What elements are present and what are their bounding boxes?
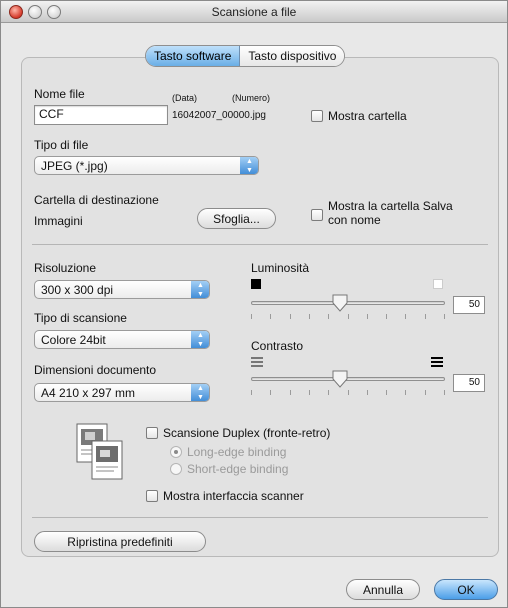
chevron-up-down-icon: ▲ ▼ (191, 331, 209, 348)
bottom-divider (32, 517, 488, 518)
brightness-slider-track[interactable] (251, 301, 445, 305)
file-type-select[interactable]: JPEG (*.jpg) ▲ ▼ (34, 156, 259, 175)
slider-tick (425, 314, 426, 319)
slider-tick (405, 314, 406, 319)
contrast-low-icon (251, 357, 263, 367)
show-folder-label: Mostra cartella (328, 109, 407, 123)
slider-tick (309, 390, 310, 395)
slider-tick (309, 314, 310, 319)
black-square-icon (251, 279, 261, 289)
slider-tick (386, 390, 387, 395)
resolution-select[interactable]: 300 x 300 dpi ▲ ▼ (34, 280, 210, 299)
scanner-interface-label: Mostra interfaccia scanner (163, 489, 304, 503)
show-save-as-label-line1: Mostra la cartella Salva (328, 199, 453, 213)
contrast-ticks (251, 390, 445, 395)
settings-panel: Nome file (Data) (Numero) CCF 16042007_0… (21, 57, 499, 557)
slider-tick (328, 314, 329, 319)
file-type-value: JPEG (*.jpg) (41, 159, 108, 173)
document-size-value: A4 210 x 297 mm (41, 386, 136, 400)
scan-type-label: Tipo di scansione (34, 311, 127, 325)
tab-software-button[interactable]: Tasto software (146, 46, 241, 66)
scan-type-value: Colore 24bit (41, 333, 106, 347)
show-save-as-checkbox[interactable] (311, 209, 323, 221)
duplex-pages-icon (76, 423, 123, 480)
file-name-input[interactable]: CCF (34, 105, 168, 125)
chevron-up-down-icon: ▲ ▼ (191, 281, 209, 298)
resolution-value: 300 x 300 dpi (41, 283, 114, 297)
resolution-label: Risoluzione (34, 261, 97, 275)
long-edge-label: Long-edge binding (187, 445, 287, 459)
slider-tick (444, 314, 445, 319)
number-label: (Numero) (232, 93, 271, 103)
generated-file-name: 16042007_00000.jpg (172, 110, 266, 121)
file-name-label: Nome file (34, 87, 85, 101)
slider-tick (348, 314, 349, 319)
slider-tick (290, 314, 291, 319)
brightness-value-field[interactable]: 50 (453, 296, 485, 314)
tab-bar: Tasto software Tasto dispositivo (145, 45, 346, 67)
brightness-ticks (251, 314, 445, 319)
duplex-checkbox[interactable] (146, 427, 158, 439)
restore-defaults-button[interactable]: Ripristina predefiniti (34, 531, 206, 552)
slider-tick (251, 314, 252, 319)
contrast-slider-thumb[interactable] (332, 370, 348, 388)
slider-tick (251, 390, 252, 395)
title-bar: Scansione a file (1, 1, 507, 23)
window-title: Scansione a file (211, 5, 297, 19)
show-save-as-label-line2: con nome (328, 213, 381, 227)
tab-device-button[interactable]: Tasto dispositivo (240, 46, 345, 66)
white-square-icon (433, 279, 443, 289)
destination-folder-label: Cartella di destinazione (34, 193, 159, 207)
scan-to-file-window: Scansione a file Tasto software Tasto di… (0, 0, 508, 608)
scan-type-select[interactable]: Colore 24bit ▲ ▼ (34, 330, 210, 349)
browse-button[interactable]: Sfoglia... (197, 208, 276, 229)
scanner-interface-checkbox[interactable] (146, 490, 158, 502)
brightness-label: Luminosità (251, 261, 310, 275)
long-edge-radio[interactable] (170, 446, 182, 458)
contrast-slider-track[interactable] (251, 377, 445, 381)
document-size-label: Dimensioni documento (34, 363, 157, 377)
short-edge-label: Short-edge binding (187, 462, 289, 476)
destination-folder-value: Immagini (34, 214, 83, 228)
slider-tick (367, 390, 368, 395)
document-size-select[interactable]: A4 210 x 297 mm ▲ ▼ (34, 383, 210, 402)
cancel-button[interactable]: Annulla (346, 579, 420, 600)
slider-tick (270, 390, 271, 395)
show-folder-checkbox[interactable] (311, 110, 323, 122)
slider-tick (290, 390, 291, 395)
brightness-slider-thumb[interactable] (332, 294, 348, 312)
slider-tick (425, 390, 426, 395)
slider-tick (367, 314, 368, 319)
slider-tick (328, 390, 329, 395)
ok-button[interactable]: OK (434, 579, 498, 600)
date-label: (Data) (172, 93, 198, 103)
slider-tick (270, 314, 271, 319)
chevron-up-down-icon: ▲ ▼ (240, 157, 258, 174)
file-type-label: Tipo di file (34, 138, 89, 152)
contrast-value-field[interactable]: 50 (453, 374, 485, 392)
slider-tick (405, 390, 406, 395)
slider-tick (444, 390, 445, 395)
short-edge-radio[interactable] (170, 463, 182, 475)
contrast-label: Contrasto (251, 339, 304, 353)
slider-tick (386, 314, 387, 319)
section-divider (32, 244, 488, 245)
slider-tick (348, 390, 349, 395)
chevron-up-down-icon: ▲ ▼ (191, 384, 209, 401)
duplex-label: Scansione Duplex (fronte-retro) (163, 426, 331, 440)
contrast-high-icon (431, 357, 443, 367)
